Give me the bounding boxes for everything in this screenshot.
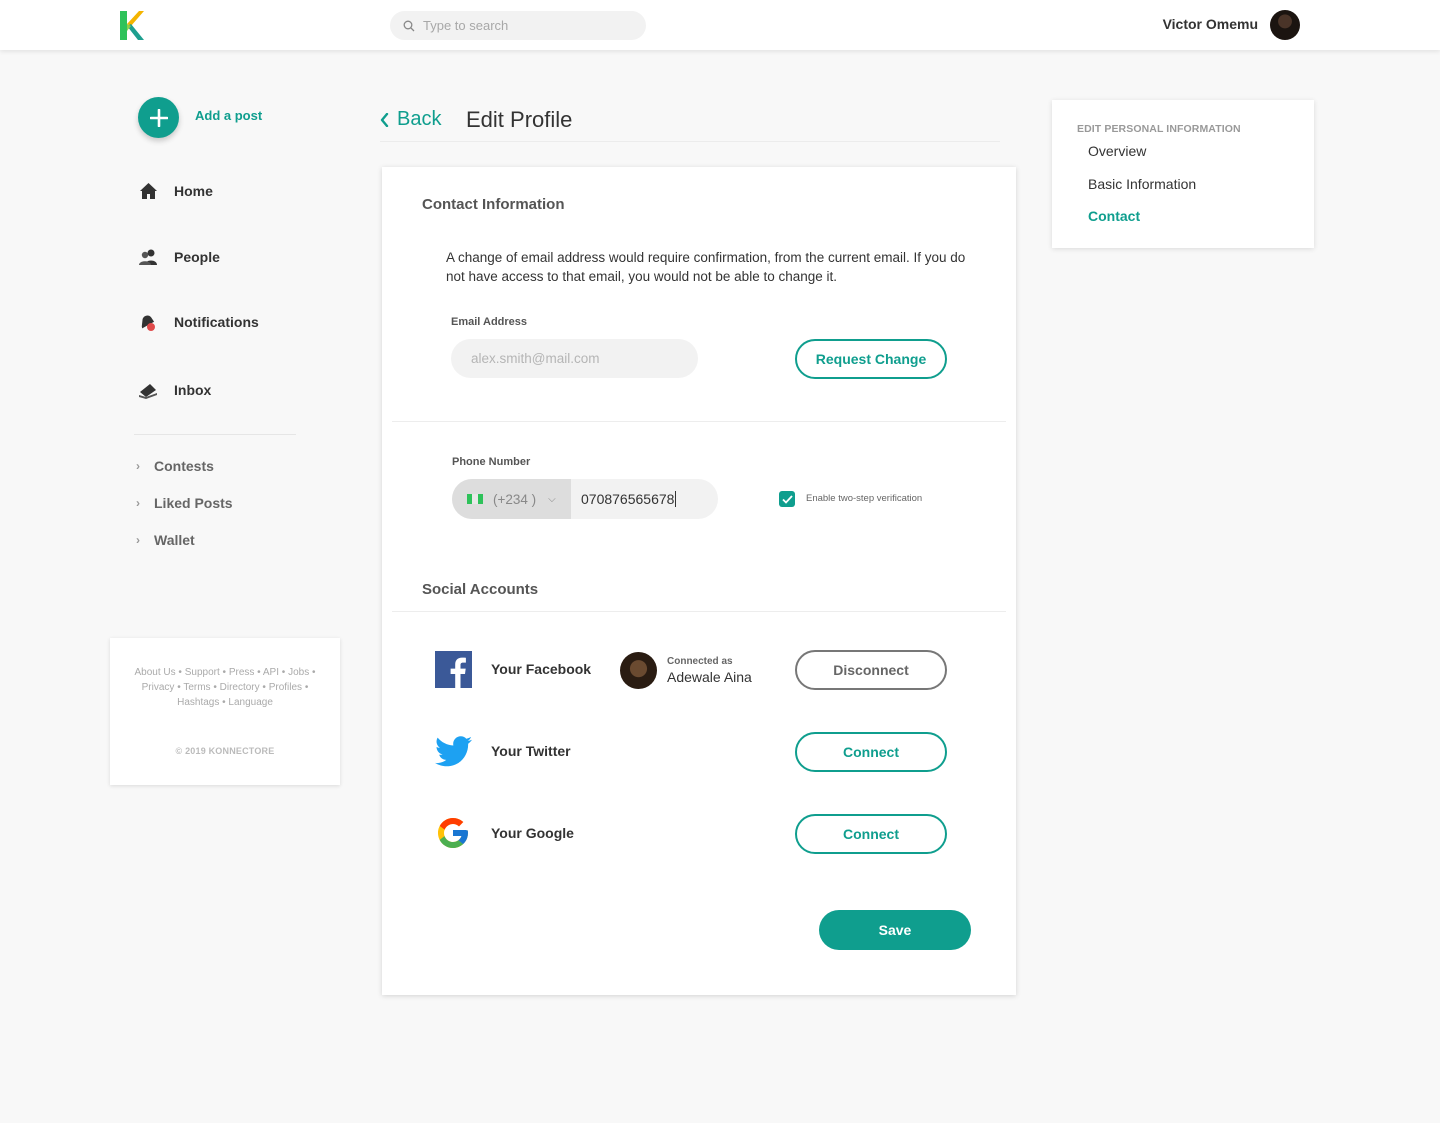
footer-link[interactable]: Profiles [269, 682, 302, 693]
avatar[interactable] [1270, 10, 1300, 40]
nav-label: Inbox [174, 382, 212, 398]
sidebar-item-contests[interactable]: › Contests [136, 458, 214, 474]
twitter-icon [434, 732, 472, 770]
social-section-title: Social Accounts [422, 581, 539, 598]
add-post-label[interactable]: Add a post [195, 108, 262, 123]
back-label: Back [397, 108, 442, 130]
connected-as-label: Connected as [667, 656, 733, 667]
nav-contact[interactable]: Contact [1088, 208, 1140, 224]
nigeria-flag-icon [467, 494, 483, 504]
phone-input[interactable]: 070876565678 [571, 479, 718, 519]
facebook-label: Your Facebook [491, 661, 592, 677]
people-icon [138, 247, 158, 267]
footer-link[interactable]: Terms [183, 682, 210, 693]
contact-section-title: Contact Information [422, 196, 565, 213]
connected-avatar [620, 652, 657, 689]
country-code: (+234 ) [493, 491, 537, 507]
sidebar-item-label: Contests [154, 458, 214, 474]
facebook-connected-account: Connected as Adewale Aina [620, 652, 752, 689]
nav-basic-information[interactable]: Basic Information [1088, 176, 1196, 192]
nav-people[interactable]: People [138, 247, 220, 267]
chevron-right-icon: › [136, 459, 140, 473]
connect-twitter-button[interactable]: Connect [795, 732, 947, 772]
search-box[interactable] [390, 11, 646, 40]
check-icon [781, 494, 793, 504]
sidebar-item-wallet[interactable]: › Wallet [136, 532, 195, 548]
nav-home[interactable]: Home [138, 181, 213, 201]
edit-info-nav: EDIT PERSONAL INFORMATION Overview Basic… [1052, 100, 1314, 248]
facebook-row: Your Facebook [434, 650, 591, 688]
google-label: Your Google [491, 825, 574, 841]
footer-link[interactable]: Directory [220, 682, 260, 693]
phone-label: Phone Number [452, 456, 531, 468]
home-icon [138, 181, 158, 201]
edit-profile-card: Contact Information A change of email ad… [382, 167, 1016, 995]
nav-label: People [174, 249, 220, 265]
nav-overview[interactable]: Overview [1088, 143, 1146, 159]
sidebar-item-label: Liked Posts [154, 495, 233, 511]
google-icon [434, 814, 472, 852]
footer-links: About Us • Support • Press • API • Jobs … [134, 667, 316, 708]
twitter-row: Your Twitter [434, 732, 571, 770]
chevron-left-icon [380, 112, 389, 127]
text-cursor [675, 491, 677, 507]
chevron-down-icon: ⌵ [548, 493, 556, 505]
facebook-icon [434, 650, 472, 688]
phone-field: (+234 ) ⌵ 070876565678 [452, 479, 718, 519]
email-label: Email Address [451, 316, 528, 328]
add-post[interactable]: Add a post [138, 97, 262, 138]
email-field[interactable] [451, 339, 698, 378]
country-code-select[interactable]: (+234 ) ⌵ [452, 479, 571, 519]
section-divider [392, 421, 1006, 422]
footer-link[interactable]: Jobs [288, 667, 309, 678]
title-divider [380, 141, 1000, 142]
chevron-right-icon: › [136, 533, 140, 547]
notification-icon [138, 312, 158, 332]
footer-link[interactable]: Hashtags [177, 697, 219, 708]
nav-label: Notifications [174, 314, 259, 330]
back-link[interactable]: Back [380, 108, 441, 131]
nav-inbox[interactable]: Inbox [138, 380, 211, 400]
search-input[interactable] [423, 18, 633, 33]
connected-name: Adewale Aina [667, 669, 752, 685]
nav-notifications[interactable]: Notifications [138, 312, 259, 332]
footer-link[interactable]: About Us [135, 667, 176, 678]
footer-link[interactable]: Language [228, 697, 273, 708]
copyright: © 2019 KONNECTORE [175, 746, 275, 756]
sidebar-item-liked-posts[interactable]: › Liked Posts [136, 495, 233, 511]
edit-info-heading: EDIT PERSONAL INFORMATION [1077, 123, 1241, 135]
google-row: Your Google [434, 814, 574, 852]
save-button[interactable]: Save [819, 910, 971, 950]
footer-link[interactable]: Privacy [142, 682, 175, 693]
request-change-button[interactable]: Request Change [795, 339, 947, 379]
phone-value: 070876565678 [581, 491, 675, 507]
section-divider [392, 611, 1006, 612]
search-icon [403, 20, 415, 31]
sidebar-divider [134, 434, 296, 435]
two-step-checkbox[interactable] [779, 491, 795, 507]
footer-link[interactable]: API [263, 667, 279, 678]
page-title: Edit Profile [466, 107, 573, 132]
twitter-label: Your Twitter [491, 743, 571, 759]
footer-link[interactable]: Support [185, 667, 220, 678]
email-change-note: A change of email address would require … [446, 250, 966, 284]
inbox-icon [138, 380, 158, 400]
connect-google-button[interactable]: Connect [795, 814, 947, 854]
top-bar: Victor Omemu [0, 0, 1440, 50]
user-name[interactable]: Victor Omemu [1163, 16, 1258, 32]
footer-card: About Us • Support • Press • API • Jobs … [110, 638, 340, 785]
add-post-button[interactable] [138, 97, 179, 138]
nav-label: Home [174, 183, 213, 199]
konnectore-logo[interactable] [120, 11, 144, 40]
plus-icon [149, 108, 168, 127]
sidebar-item-label: Wallet [154, 532, 195, 548]
disconnect-facebook-button[interactable]: Disconnect [795, 650, 947, 690]
chevron-right-icon: › [136, 496, 140, 510]
footer-link[interactable]: Press [229, 667, 255, 678]
two-step-label[interactable]: Enable two-step verification [806, 493, 922, 504]
